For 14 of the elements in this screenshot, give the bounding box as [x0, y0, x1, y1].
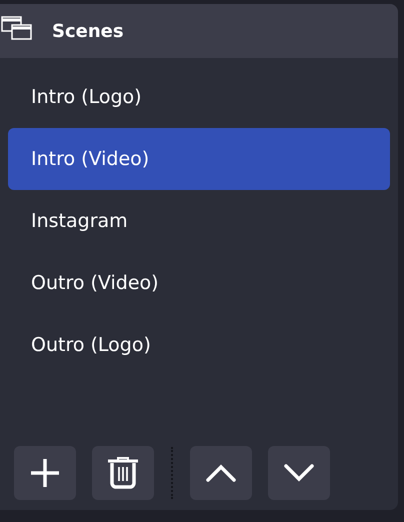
scene-item[interactable]: Intro (Logo) — [8, 66, 390, 128]
add-button[interactable] — [14, 446, 76, 500]
scene-item[interactable]: Outro (Video) — [8, 252, 390, 314]
scene-item[interactable]: Instagram — [8, 190, 390, 252]
scene-item[interactable]: Intro (Video) — [8, 128, 390, 190]
dock-title: Scenes — [52, 20, 124, 42]
remove-button[interactable] — [92, 446, 154, 500]
move-down-button[interactable] — [268, 446, 330, 500]
chevron-down-icon — [283, 463, 315, 483]
move-up-button[interactable] — [190, 446, 252, 500]
trash-icon — [107, 457, 139, 489]
chevron-up-icon — [205, 463, 237, 483]
scene-item[interactable]: Outro (Logo) — [8, 314, 390, 376]
plus-icon — [30, 458, 60, 488]
